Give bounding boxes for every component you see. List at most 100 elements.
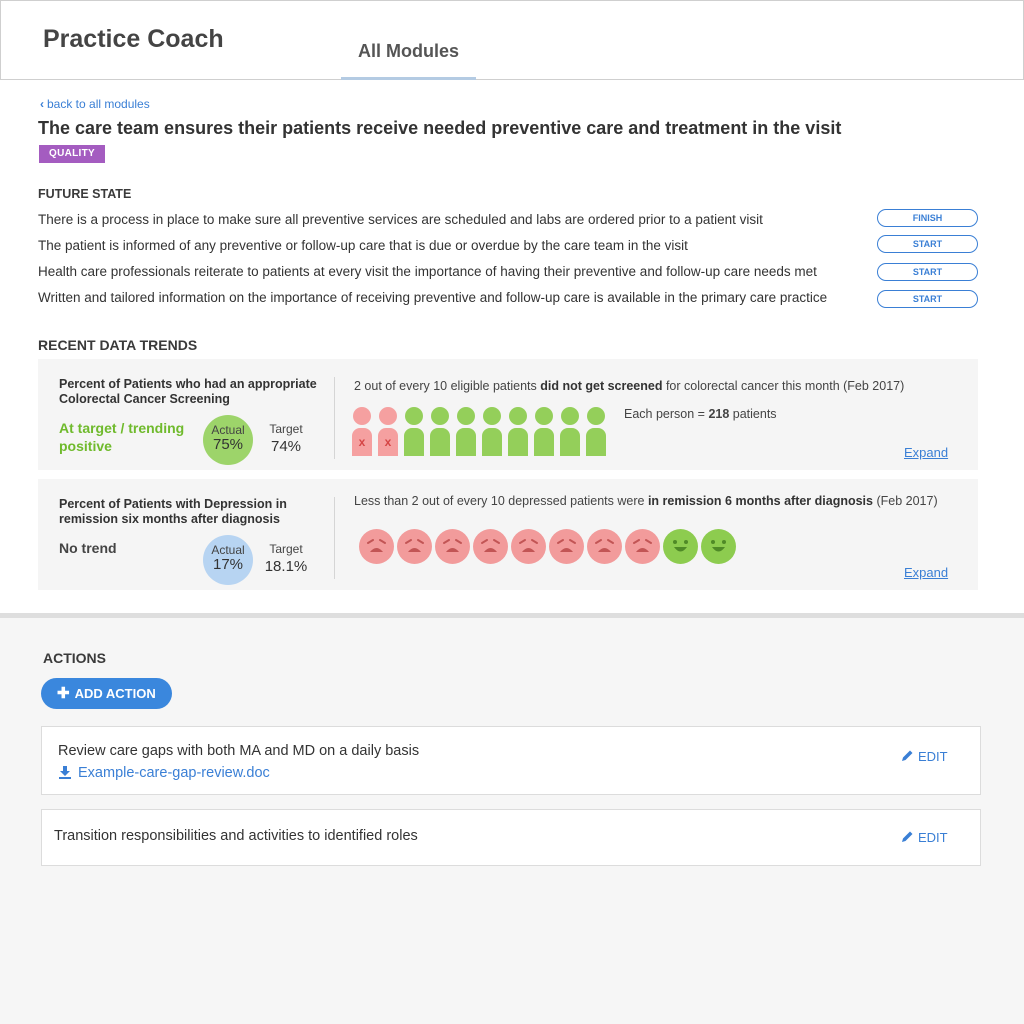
action-item: Review care gaps with both MA and MD on … <box>41 726 981 795</box>
back-link-label: back to all modules <box>47 97 150 111</box>
person-body <box>534 428 554 456</box>
person-icon-screened <box>586 407 606 457</box>
happy-face-icon <box>663 529 698 564</box>
back-to-modules-link[interactable]: ‹ back to all modules <box>40 97 150 111</box>
start-button[interactable]: START <box>877 235 978 253</box>
sad-face-icon <box>435 529 470 564</box>
trend-card-colorectal: Percent of Patients who had an appropria… <box>38 359 978 470</box>
metric-title: Percent of Patients who had an appropria… <box>59 377 317 406</box>
person-icon-screened <box>560 407 580 457</box>
summary-text: 2 out of every 10 eligible patients <box>354 379 541 393</box>
actual-value: 17% <box>212 556 244 573</box>
summary-text: (Feb 2017) <box>873 494 938 508</box>
summary-emphasis: in remission 6 months after diagnosis <box>647 494 873 508</box>
future-state-item: The patient is informed of any preventiv… <box>38 238 688 253</box>
data-trends-heading: RECENT DATA TRENDS <box>38 337 198 353</box>
person-icon-screened <box>456 407 476 457</box>
person-body <box>456 428 476 456</box>
category-badge: QUALITY <box>39 145 105 163</box>
chevron-left-icon: ‹ <box>40 97 44 111</box>
attachment-name: Example-care-gap-review.doc <box>78 765 270 781</box>
person-head <box>353 407 371 425</box>
future-state-item: Health care professionals reiterate to p… <box>38 264 817 279</box>
pencil-icon <box>902 750 913 761</box>
target-value: 74% <box>270 438 302 455</box>
person-head <box>509 407 527 425</box>
actual-label: Actual <box>211 543 245 557</box>
expand-link[interactable]: Expand <box>904 565 948 580</box>
future-state-item: Written and tailored information on the … <box>38 290 828 305</box>
attachment-link[interactable]: Example-care-gap-review.doc <box>58 765 270 781</box>
sad-face-icon <box>625 529 660 564</box>
actual-value: 75% <box>212 436 244 453</box>
tab-label: All Modules <box>357 41 459 61</box>
actual-circle: Actual 75% <box>203 415 253 465</box>
person-body: x <box>352 428 372 456</box>
target-label: Target <box>269 542 303 556</box>
summary-text: Less than 2 out of every 10 depressed pa… <box>354 494 648 508</box>
person-head <box>561 407 579 425</box>
trend-status: No trend <box>59 540 117 556</box>
sad-face-icon <box>473 529 508 564</box>
edit-button[interactable]: EDIT <box>901 830 948 845</box>
person-icon-screened <box>430 407 450 457</box>
edit-label: EDIT <box>918 749 948 764</box>
person-icon-screened <box>404 407 424 457</box>
card-divider <box>334 377 335 459</box>
person-head <box>483 407 501 425</box>
person-icon-screened <box>508 407 528 457</box>
trend-status: At target / trending positive <box>59 420 185 454</box>
per-person-text: Each person = <box>624 407 709 421</box>
person-body <box>586 428 606 456</box>
person-body <box>508 428 528 456</box>
trend-summary: 2 out of every 10 eligible patients did … <box>354 379 904 393</box>
top-bar: Practice Coach All Modules <box>0 0 1024 81</box>
start-button[interactable]: START <box>877 290 978 308</box>
action-text: Transition responsibilities and activiti… <box>54 828 418 844</box>
trend-card-depression: Percent of Patients with Depression in r… <box>38 479 978 590</box>
add-action-label: ADD ACTION <box>74 686 156 701</box>
person-body <box>430 428 450 456</box>
target-block: Target 74% <box>264 422 308 455</box>
add-action-button[interactable]: ✚ ADD ACTION <box>41 678 172 709</box>
trend-summary: Less than 2 out of every 10 depressed pa… <box>354 494 938 508</box>
person-icon-screened <box>534 407 554 457</box>
sad-face-icon <box>511 529 546 564</box>
pencil-icon <box>902 831 913 842</box>
target-value: 18.1% <box>264 558 308 575</box>
person-icon-screened <box>482 407 502 457</box>
start-button[interactable]: START <box>877 263 978 281</box>
target-label: Target <box>269 422 303 436</box>
person-head <box>431 407 449 425</box>
edit-label: EDIT <box>918 830 948 845</box>
tab-all-modules[interactable]: All Modules <box>341 1 476 81</box>
target-block: Target 18.1% <box>264 542 308 575</box>
sad-face-icon <box>549 529 584 564</box>
expand-link[interactable]: Expand <box>904 445 948 460</box>
sad-face-icon <box>397 529 432 564</box>
actions-heading: ACTIONS <box>43 650 106 666</box>
person-icon-missed: x <box>378 407 398 457</box>
person-head <box>379 407 397 425</box>
module-title: The care team ensures their patients rec… <box>38 118 842 138</box>
per-person-note: Each person = 218 patients <box>624 407 777 421</box>
edit-button[interactable]: EDIT <box>901 749 948 764</box>
person-head <box>587 407 605 425</box>
finish-button[interactable]: FINISH <box>877 209 978 227</box>
person-body <box>560 428 580 456</box>
person-body <box>482 428 502 456</box>
person-body: x <box>378 428 398 456</box>
card-divider <box>334 497 335 579</box>
happy-face-icon <box>701 529 736 564</box>
action-text: Review care gaps with both MA and MD on … <box>58 743 420 759</box>
sad-face-icon <box>587 529 622 564</box>
action-item: Transition responsibilities and activiti… <box>41 809 981 866</box>
per-person-text: patients <box>729 407 777 421</box>
actual-circle: Actual 17% <box>203 535 253 585</box>
module-panel: ‹ back to all modules The care team ensur… <box>0 80 1024 613</box>
section-divider <box>0 613 1024 618</box>
summary-text: for colorectal cancer this month (Feb 20… <box>662 379 905 393</box>
app-title: Practice Coach <box>43 25 224 53</box>
future-state-item: There is a process in place to make sure… <box>38 212 763 227</box>
person-head <box>405 407 423 425</box>
